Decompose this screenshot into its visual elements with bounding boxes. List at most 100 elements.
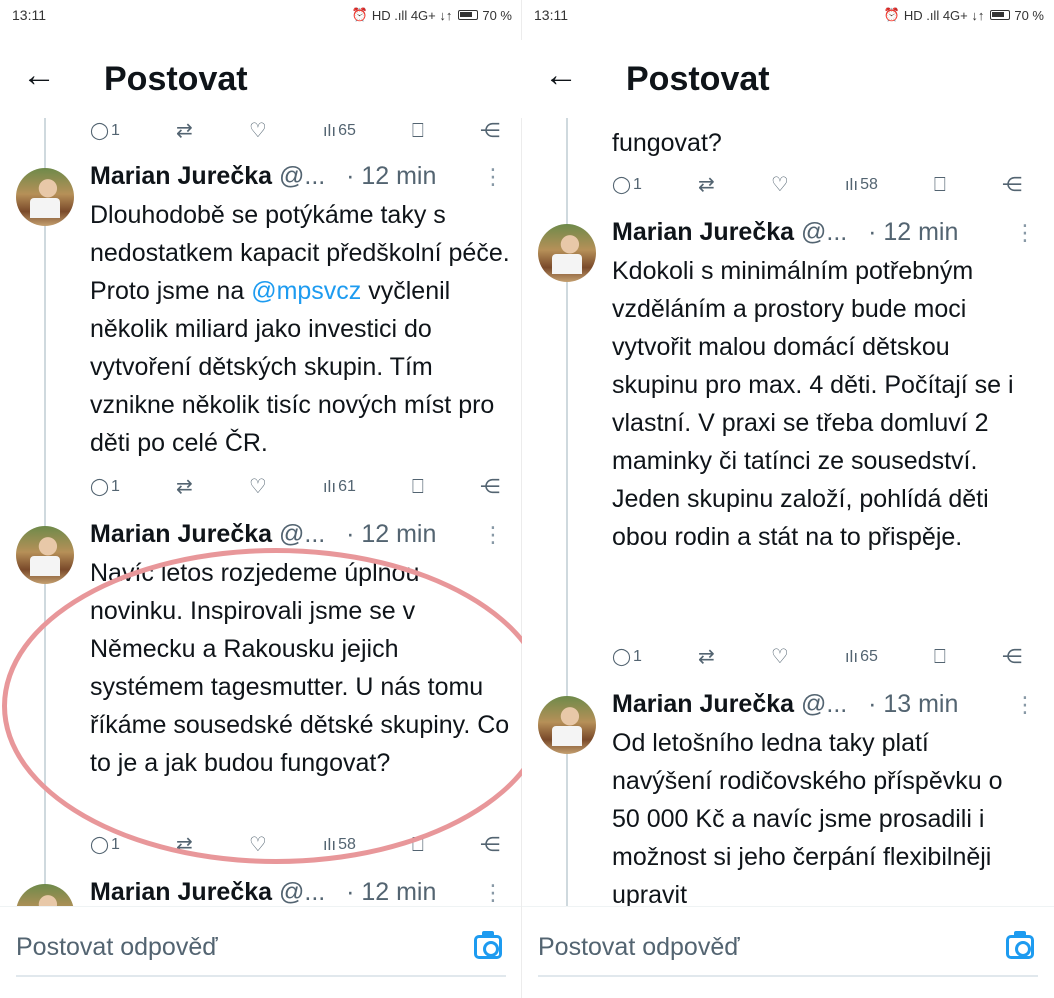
retweet-button[interactable]: ⇄ [176,121,193,141]
bookmark-button[interactable]: ⎕ [412,835,424,855]
camera-icon[interactable] [474,931,502,959]
bookmark-button[interactable]: ⎕ [412,121,424,141]
views-icon: ılı [322,121,337,140]
signal-indicators: HD .ıll 4G+ ↓↑ [371,7,453,23]
views-icon: ılı [844,647,859,666]
header: ← Postovat [522,40,1054,118]
like-button[interactable]: ♡ [249,121,267,141]
views-count: 65 [338,122,356,139]
author-name[interactable]: Marian Jurečka [612,690,794,718]
heart-icon: ♡ [248,476,267,498]
bookmark-icon: ⎕ [933,174,946,196]
avatar[interactable] [16,884,74,906]
reply-icon: ◯ [612,647,632,666]
author-name[interactable]: Marian Jurečka [90,520,272,548]
tweet-time[interactable]: 12 min [361,878,436,906]
more-icon[interactable]: ⋮ [1014,692,1036,718]
share-button[interactable]: ⋲ [480,121,500,141]
like-button[interactable]: ♡ [249,835,267,855]
reply-count: 1 [633,176,642,193]
reply-count: 1 [111,836,120,853]
reply-icon: ◯ [90,477,110,496]
tweet-actions: ◯ 1 ⇄ ♡ ılı 58 ⎕ ⋲ [90,832,500,858]
status-time: 13:11 [534,7,568,23]
share-button[interactable]: ⋲ [1002,647,1022,667]
reply-bar: Postovat odpověď [522,906,1054,998]
views-button[interactable]: ılı 58 [323,835,356,855]
views-button[interactable]: ılı 61 [323,477,356,497]
more-icon[interactable]: ⋮ [1014,220,1036,246]
author-name[interactable]: Marian Jurečka [90,162,272,190]
reply-button[interactable]: ◯ 1 [612,647,642,667]
share-icon: ⋲ [479,120,500,142]
share-icon: ⋲ [479,476,500,498]
bookmark-button[interactable]: ⎕ [934,175,946,195]
right-screenshot: 13:11 ⏰ HD .ıll 4G+ ↓↑ 70 % ← Postovat f… [522,0,1054,998]
back-arrow-icon[interactable]: ← [22,58,56,92]
author-handle[interactable]: @... [279,878,325,906]
reply-button[interactable]: ◯ 1 [90,121,120,141]
status-bar: 13:11 ⏰ HD .ıll 4G+ ↓↑ 70 % [0,0,522,32]
avatar[interactable] [538,224,596,282]
tweet-time[interactable]: 12 min [361,162,436,190]
alarm-icon: ⏰ [351,7,368,22]
author-handle[interactable]: @... [279,520,325,548]
views-count: 61 [338,478,356,495]
battery-icon [990,10,1011,20]
like-button[interactable]: ♡ [771,647,789,667]
tweet-time[interactable]: 12 min [883,218,958,246]
retweet-button[interactable]: ⇄ [176,835,193,855]
views-button[interactable]: ılı 58 [845,175,878,195]
retweet-button[interactable]: ⇄ [698,175,715,195]
heart-icon: ♡ [770,646,789,668]
bookmark-button[interactable]: ⎕ [412,477,424,497]
author-handle[interactable]: @... [801,690,847,718]
share-button[interactable]: ⋲ [480,835,500,855]
author-name[interactable]: Marian Jurečka [612,218,794,246]
views-button[interactable]: ılı 65 [323,121,356,141]
reply-button[interactable]: ◯ 1 [90,477,120,497]
tweet-time[interactable]: 12 min [361,520,436,548]
author-handle[interactable]: @... [279,162,325,190]
like-button[interactable]: ♡ [771,175,789,195]
tweet-time[interactable]: 13 min [883,690,958,718]
like-button[interactable]: ♡ [249,477,267,497]
more-icon[interactable]: ⋮ [482,880,504,906]
author-handle[interactable]: @... [801,218,847,246]
bookmark-icon: ⎕ [933,646,946,668]
views-count: 65 [860,648,878,665]
views-icon: ılı [844,175,859,194]
views-button[interactable]: ılı 65 [845,647,878,667]
reply-input[interactable]: Postovat odpověď [538,921,1038,977]
reply-button[interactable]: ◯ 1 [90,835,120,855]
tweet-actions: ◯ 1 ⇄ ♡ ılı 61 ⎕ ⋲ [90,474,500,500]
more-icon[interactable]: ⋮ [482,164,504,190]
author-name[interactable]: Marian Jurečka [90,878,272,906]
reply-icon: ◯ [90,121,110,140]
separator-dot: · [868,218,877,246]
avatar[interactable] [538,696,596,754]
tweet-text: Kdokoli s minimálním potřebným vzděláním… [612,257,1014,551]
bookmark-button[interactable]: ⎕ [934,647,946,667]
reply-count: 1 [111,122,120,139]
tweet-actions: ◯ 1 ⇄ ♡ ılı 58 ⎕ ⋲ [612,172,1022,198]
retweet-button[interactable]: ⇄ [176,477,193,497]
mention-link[interactable]: @mpsvcz [251,277,361,305]
camera-icon[interactable] [1006,931,1034,959]
reply-count: 1 [633,648,642,665]
retweet-button[interactable]: ⇄ [698,647,715,667]
avatar[interactable] [16,168,74,226]
bookmark-icon: ⎕ [411,476,424,498]
avatar[interactable] [16,526,74,584]
tweet-feed[interactable]: ◯ 1 ⇄ ♡ ılı 65 ⎕ ⋲ Marian Jurečka @... · 1… [0,118,522,906]
reply-input[interactable]: Postovat odpověď [16,921,506,977]
reply-button[interactable]: ◯ 1 [612,175,642,195]
back-arrow-icon[interactable]: ← [544,58,578,92]
more-icon[interactable]: ⋮ [482,522,504,548]
views-icon: ılı [322,477,337,496]
share-button[interactable]: ⋲ [1002,175,1022,195]
share-button[interactable]: ⋲ [480,477,500,497]
tweet-feed[interactable]: fungovat? ◯ 1 ⇄ ♡ ılı 58 ⎕ ⋲ Marian Jurečk… [522,118,1054,906]
alarm-icon: ⏰ [883,7,900,22]
views-count: 58 [338,836,356,853]
